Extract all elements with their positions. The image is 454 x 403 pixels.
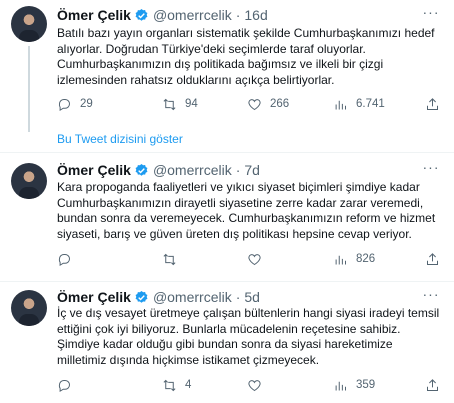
reply-icon bbox=[58, 379, 70, 392]
tweet-2[interactable]: Ömer Çelik @omerrcelik · 7d ··· Kara pro… bbox=[0, 153, 454, 281]
views-count: 359 bbox=[356, 379, 376, 391]
tweet-actions: 4 359 bbox=[57, 375, 442, 395]
author-name[interactable]: Ömer Çelik bbox=[57, 7, 131, 23]
author-handle[interactable]: @omerrcelik bbox=[153, 7, 232, 23]
like-button[interactable]: 266 bbox=[247, 94, 289, 114]
verified-badge-icon bbox=[135, 290, 148, 303]
share-icon bbox=[427, 97, 438, 110]
more-icon[interactable]: ··· bbox=[422, 287, 440, 306]
retweet-count: 4 bbox=[185, 379, 192, 391]
retweet-button[interactable] bbox=[162, 249, 185, 269]
like-button[interactable] bbox=[247, 249, 270, 269]
tweet-text: Kara propoganda faaliyetleri ve yıkıcı s… bbox=[57, 180, 436, 241]
retweet-icon bbox=[163, 253, 176, 265]
like-count: 266 bbox=[270, 98, 290, 110]
share-button[interactable] bbox=[425, 375, 440, 395]
separator-dot: · bbox=[235, 162, 241, 178]
verified-badge-icon bbox=[135, 8, 148, 21]
tweet-time[interactable]: 16d bbox=[244, 7, 267, 23]
views-count: 6.741 bbox=[356, 98, 385, 110]
verified-badge-icon bbox=[135, 163, 148, 176]
tweet-text: Batılı bazı yayın organları sistematik ş… bbox=[57, 26, 435, 87]
like-icon bbox=[248, 379, 261, 391]
views-count: 826 bbox=[356, 253, 376, 265]
avatar[interactable] bbox=[11, 6, 47, 42]
tweet-1[interactable]: Ömer Çelik @omerrcelik · 16d ··· Batılı … bbox=[0, 0, 454, 132]
author-name[interactable]: Ömer Çelik bbox=[57, 162, 131, 178]
views-icon bbox=[335, 381, 346, 390]
like-icon bbox=[248, 98, 261, 110]
tweet-actions: 826 bbox=[57, 249, 442, 269]
views-button[interactable]: 6.741 bbox=[333, 94, 385, 114]
tweet-time[interactable]: 7d bbox=[244, 162, 260, 178]
tweet-header: Ömer Çelik @omerrcelik · 5d bbox=[57, 288, 260, 306]
reply-button[interactable] bbox=[57, 249, 80, 269]
share-button[interactable] bbox=[425, 94, 440, 114]
tweet-3[interactable]: Ömer Çelik @omerrcelik · 5d ··· İç ve dı… bbox=[0, 282, 454, 403]
retweet-icon bbox=[163, 379, 176, 391]
reply-button[interactable] bbox=[57, 375, 80, 395]
like-button[interactable] bbox=[247, 375, 270, 395]
tweet-actions: 29 94 266 6.741 bbox=[57, 94, 442, 114]
thread-line bbox=[28, 46, 30, 132]
views-icon bbox=[335, 100, 346, 109]
author-handle[interactable]: @omerrcelik bbox=[153, 289, 232, 305]
retweet-button[interactable]: 4 bbox=[162, 375, 191, 395]
retweet-button[interactable]: 94 bbox=[162, 94, 198, 114]
reply-count: 29 bbox=[80, 98, 93, 110]
views-button[interactable]: 826 bbox=[333, 249, 375, 269]
author-name[interactable]: Ömer Çelik bbox=[57, 289, 131, 305]
reply-button[interactable]: 29 bbox=[57, 94, 93, 114]
author-handle[interactable]: @omerrcelik bbox=[153, 162, 232, 178]
share-icon bbox=[427, 252, 438, 265]
avatar[interactable] bbox=[11, 290, 47, 326]
reply-icon bbox=[58, 98, 70, 111]
tweet-text: İç ve dış vesayet üretmeye çalışan bülte… bbox=[57, 306, 440, 367]
separator-dot: · bbox=[235, 289, 241, 305]
separator-dot: · bbox=[235, 7, 241, 23]
tweet-header: Ömer Çelik @omerrcelik · 7d bbox=[57, 161, 260, 179]
more-icon[interactable]: ··· bbox=[422, 5, 440, 24]
avatar[interactable] bbox=[11, 163, 47, 199]
views-icon bbox=[335, 255, 346, 264]
show-thread-link[interactable]: Bu Tweet dizisini göster bbox=[57, 132, 183, 146]
retweet-count: 94 bbox=[185, 98, 198, 110]
retweet-icon bbox=[163, 98, 176, 110]
views-button[interactable]: 359 bbox=[333, 375, 375, 395]
like-icon bbox=[248, 253, 261, 265]
more-icon[interactable]: ··· bbox=[422, 160, 440, 179]
share-button[interactable] bbox=[425, 249, 440, 269]
share-icon bbox=[427, 378, 438, 391]
tweet-time[interactable]: 5d bbox=[244, 289, 260, 305]
reply-icon bbox=[58, 253, 70, 266]
tweet-header: Ömer Çelik @omerrcelik · 16d bbox=[57, 6, 268, 24]
